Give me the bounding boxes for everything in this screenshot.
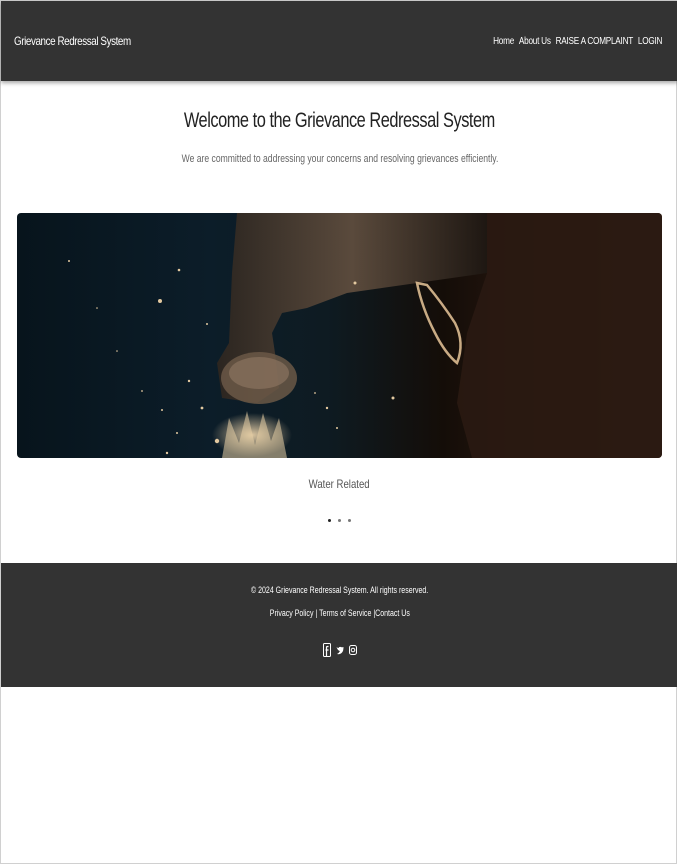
nav-links: Home About Us RAISE A COMPLAINT LOGIN xyxy=(493,36,662,47)
nav-login-link[interactable]: LOGIN xyxy=(638,36,663,47)
twitter-icon[interactable] xyxy=(336,643,344,657)
carousel-indicators xyxy=(1,519,677,522)
instagram-icon[interactable] xyxy=(348,643,357,657)
page-title: Welcome to the Grievance Redressal Syste… xyxy=(1,109,677,133)
terms-of-service-link[interactable]: Terms of Service xyxy=(319,608,371,618)
footer-separator: | xyxy=(315,608,317,618)
copyright-label: © 2024 Grievance Redressal System. All r… xyxy=(250,585,429,595)
carousel-indicator-3[interactable] xyxy=(348,519,351,522)
facebook-icon[interactable] xyxy=(322,643,331,657)
footer: © 2024 Grievance Redressal System. All r… xyxy=(1,563,677,687)
water-tap-image xyxy=(68,213,662,458)
carousel-indicator-1[interactable] xyxy=(328,519,331,522)
nav-about-link[interactable]: About Us xyxy=(519,36,551,47)
nav-home-link[interactable]: Home xyxy=(493,36,514,47)
copyright-text: © 2024 Grievance Redressal System. All r… xyxy=(1,585,677,595)
navbar: Grievance Redressal System Home About Us… xyxy=(1,1,677,81)
contact-us-link[interactable]: Contact Us xyxy=(375,608,410,618)
carousel-caption: Water Related xyxy=(1,477,677,491)
brand-link[interactable]: Grievance Redressal System xyxy=(14,34,131,48)
page-title-text: Welcome to the Grievance Redressal Syste… xyxy=(184,109,495,132)
carousel-indicator-2[interactable] xyxy=(338,519,341,522)
social-links xyxy=(1,643,677,657)
page-subtitle: We are committed to addressing your conc… xyxy=(1,153,677,165)
carousel-slide-image[interactable] xyxy=(17,213,662,458)
footer-links: Privacy Policy | Terms of Service |Conta… xyxy=(1,608,677,618)
carousel-caption-text: Water Related xyxy=(308,477,370,491)
page-subtitle-text: We are committed to addressing your conc… xyxy=(181,153,498,165)
nav-raise-complaint-link[interactable]: RAISE A COMPLAINT xyxy=(555,36,633,47)
privacy-policy-link[interactable]: Privacy Policy xyxy=(269,608,313,618)
